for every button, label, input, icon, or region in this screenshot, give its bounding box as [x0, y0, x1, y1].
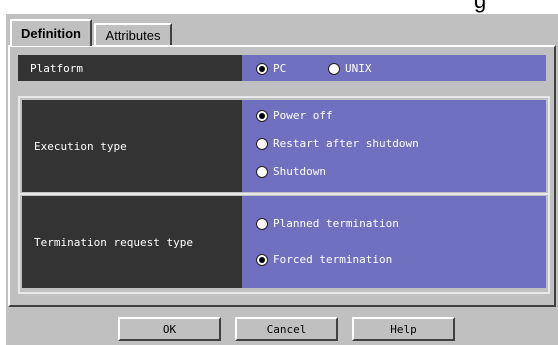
termination-type-label: Termination request type	[22, 196, 242, 288]
radio-selected-icon	[256, 253, 268, 266]
cropped-heading-text: g	[474, 0, 487, 13]
termination-type-options: Planned termination Forced termination	[242, 196, 546, 288]
dialog-buttons: OK Cancel Help	[6, 317, 558, 343]
platform-radio-pc-label: PC	[273, 62, 287, 75]
platform-radio-unix[interactable]: UNIX	[328, 62, 372, 75]
radio-unselected-icon	[328, 62, 340, 75]
tab-attributes[interactable]: Attributes	[94, 23, 172, 46]
definition-dialog: Definition Attributes Platform PC UNIX E…	[6, 14, 558, 345]
execution-type-options: Power off Restart after shutdown Shutdow…	[242, 100, 546, 192]
cropped-heading-strip: g	[0, 0, 558, 14]
termination-radio-planned-label: Planned termination	[273, 217, 399, 230]
options-group: Execution type Power off Restart after s…	[18, 96, 550, 294]
execution-radio-shutdown[interactable]: Shutdown	[256, 165, 326, 178]
termination-radio-planned[interactable]: Planned termination	[256, 217, 399, 230]
execution-radio-restart[interactable]: Restart after shutdown	[256, 137, 419, 150]
execution-type-label: Execution type	[22, 100, 242, 192]
execution-radio-restart-label: Restart after shutdown	[273, 137, 419, 150]
execution-type-row: Execution type Power off Restart after s…	[22, 100, 546, 192]
radio-unselected-icon	[256, 137, 268, 150]
tab-definition[interactable]: Definition	[10, 19, 92, 46]
platform-radio-pc[interactable]: PC	[256, 62, 286, 75]
termination-radio-forced-label: Forced termination	[273, 253, 393, 266]
radio-unselected-icon	[256, 217, 268, 230]
platform-row: Platform PC UNIX	[18, 55, 546, 81]
ok-button[interactable]: OK	[118, 317, 221, 341]
cancel-button[interactable]: Cancel	[235, 317, 338, 341]
termination-radio-forced[interactable]: Forced termination	[256, 253, 392, 266]
execution-radio-power-off[interactable]: Power off	[256, 109, 333, 122]
platform-options: PC UNIX	[242, 55, 546, 81]
platform-label: Platform	[18, 55, 242, 81]
radio-selected-icon	[256, 109, 268, 122]
radio-unselected-icon	[256, 165, 268, 178]
termination-type-row: Termination request type Planned termina…	[22, 196, 546, 288]
group-divider	[20, 193, 548, 195]
platform-radio-unix-label: UNIX	[345, 62, 372, 75]
radio-selected-icon	[256, 62, 268, 75]
execution-radio-power-off-label: Power off	[273, 109, 333, 122]
definition-panel: Platform PC UNIX Execution type Power of…	[8, 45, 556, 307]
execution-radio-shutdown-label: Shutdown	[273, 165, 326, 178]
help-button[interactable]: Help	[352, 317, 455, 341]
